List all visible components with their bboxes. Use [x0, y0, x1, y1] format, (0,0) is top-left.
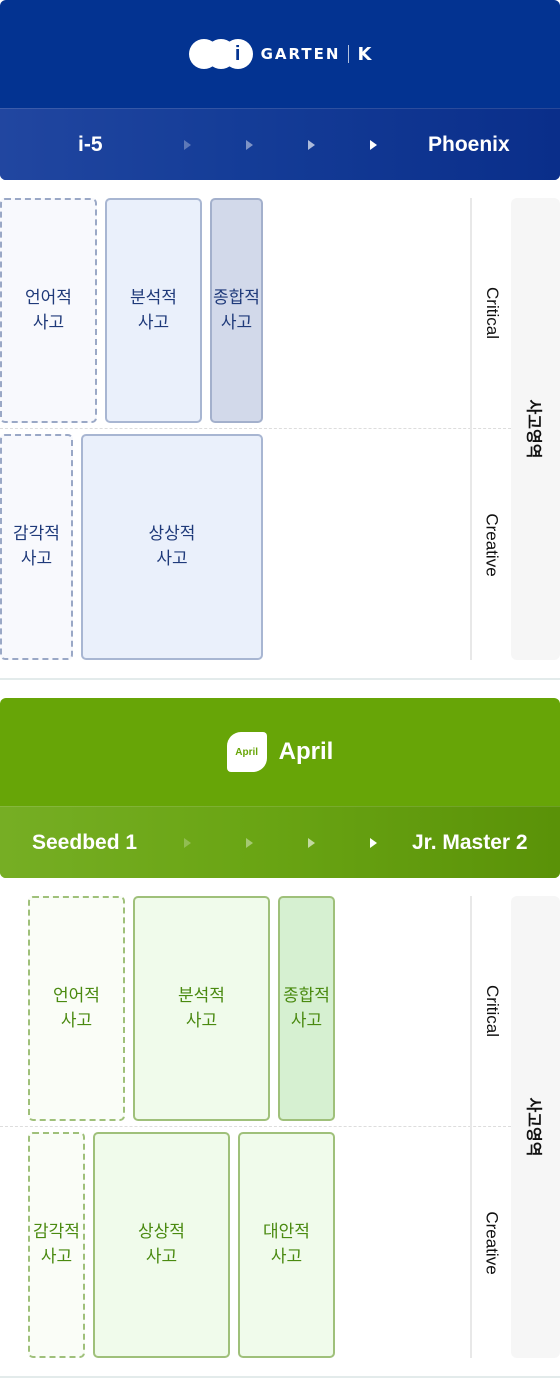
critical-label-text: Critical: [482, 287, 502, 339]
april-header: April April Seedbed 1 Jr. Master 2: [0, 698, 560, 878]
arrow-right-icon: [184, 140, 191, 150]
row-divider: [0, 1126, 511, 1127]
critical-row-label: Critical: [472, 896, 511, 1126]
april-leaf-icon: April: [226, 732, 267, 772]
arrow-right-icon: [308, 838, 315, 848]
creative-row-label: Creative: [472, 430, 511, 660]
section-divider: [0, 678, 560, 680]
verbal-thinking-box: 언어적 사고: [28, 896, 125, 1121]
creative-row-label: Creative: [472, 1128, 511, 1358]
logo-letter: i: [234, 42, 241, 65]
sensory-thinking-box: 감각적 사고: [28, 1132, 85, 1358]
analytical-thinking-box: 분석적 사고: [105, 198, 202, 423]
creative-label-text: Creative: [482, 513, 502, 577]
verbal-thinking-box: 언어적 사고: [0, 198, 97, 423]
arrow-right-icon: [370, 838, 377, 848]
thinking-area-diagram: 언어적 사고 분석적 사고 종합적 사고 감각적 사고 상상적 사고 Criti…: [0, 198, 560, 660]
side-title-text: 사고영역: [524, 1097, 544, 1157]
arrow-right-icon: [246, 838, 253, 848]
level-progression-bar: i-5 Phoenix: [0, 108, 560, 180]
level-end-label: Jr. Master 2: [412, 831, 528, 854]
side-title-text: 사고영역: [524, 399, 544, 459]
critical-row-label: Critical: [472, 198, 511, 428]
garten-brand-row: i GARTEN K: [0, 0, 560, 108]
arrow-right-icon: [308, 140, 315, 150]
synthetic-thinking-box: 종합적 사고: [278, 896, 335, 1121]
synthetic-thinking-box: 종합적 사고: [210, 198, 263, 423]
arrow-right-icon: [370, 140, 377, 150]
april-section: April April Seedbed 1 Jr. Master 2 언어적 사…: [0, 698, 560, 1396]
april-brand-row: April April: [0, 698, 560, 806]
thinking-area-diagram: 언어적 사고 분석적 사고 종합적 사고 감각적 사고 상상적 사고 대안적 사…: [0, 896, 560, 1358]
april-logo: April April: [226, 732, 334, 772]
section-divider: [0, 1376, 560, 1378]
arrow-right-icon: [184, 838, 191, 848]
sensory-thinking-box: 감각적 사고: [0, 434, 73, 660]
analytical-thinking-box: 분석적 사고: [133, 896, 270, 1121]
brand-name: GARTEN: [260, 45, 341, 63]
bubbles-logo-icon: i: [188, 39, 253, 69]
side-title: 사고영역: [511, 198, 560, 660]
imaginative-thinking-box: 상상적 사고: [93, 1132, 230, 1358]
badge-text: April: [235, 746, 259, 758]
garten-section: i GARTEN K i-5 Phoenix 언어적 사고 분석적 사고 종합적…: [0, 0, 560, 680]
level-end-label: Phoenix: [428, 133, 510, 156]
k-logo-icon: K: [357, 43, 372, 65]
critical-label-text: Critical: [482, 985, 502, 1037]
level-start-label: i-5: [78, 133, 103, 156]
side-title: 사고영역: [511, 896, 560, 1358]
row-divider: [0, 428, 511, 429]
imaginative-thinking-box: 상상적 사고: [81, 434, 263, 660]
brand-name: April: [278, 738, 334, 765]
bubble-i-icon: i: [222, 39, 253, 69]
creative-label-text: Creative: [482, 1211, 502, 1275]
alternative-thinking-box: 대안적 사고: [238, 1132, 335, 1358]
brand-separator: [348, 45, 350, 63]
level-start-label: Seedbed 1: [32, 831, 138, 854]
level-progression-bar: Seedbed 1 Jr. Master 2: [0, 806, 560, 878]
garten-logo: i GARTEN K: [188, 39, 372, 69]
arrow-right-icon: [246, 140, 253, 150]
garten-header: i GARTEN K i-5 Phoenix: [0, 0, 560, 180]
